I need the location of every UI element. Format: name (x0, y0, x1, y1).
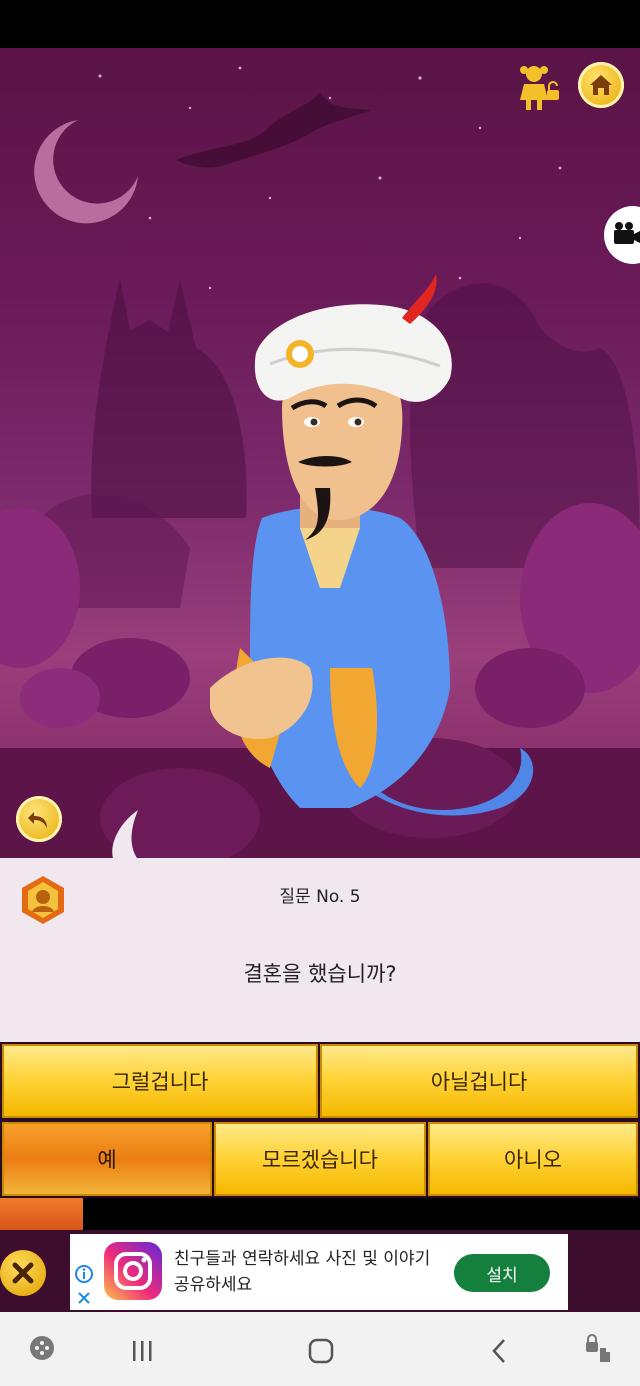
ad-info-icon[interactable] (74, 1264, 94, 1284)
home-nav-icon[interactable] (306, 1336, 336, 1366)
close-x-icon (12, 1262, 34, 1284)
home-button[interactable] (578, 62, 624, 108)
answer-probably-button[interactable]: 그럴겁니다 (2, 1044, 318, 1118)
touch-lock-icon[interactable] (580, 1332, 616, 1368)
undo-button[interactable] (16, 796, 62, 842)
answer-dont-know-button[interactable]: 모르겠습니다 (214, 1122, 426, 1196)
answer-no-button[interactable]: 아니오 (428, 1122, 638, 1196)
home-icon (590, 75, 612, 95)
ad-text: 친구들과 연락하세요 사진 및 이야기 공유하세요 (174, 1249, 431, 1295)
undo-arrow-icon (28, 812, 47, 828)
back-nav-icon[interactable] (486, 1336, 514, 1366)
girl-lock-icon[interactable] (514, 60, 562, 112)
progress-bar (0, 1198, 640, 1230)
game-tools-icon[interactable] (28, 1334, 56, 1362)
question-text: 결혼을 했습니까? (243, 962, 397, 986)
answer-probably-not-button[interactable]: 아닐겁니다 (320, 1044, 638, 1118)
ad-close-icon[interactable] (76, 1290, 92, 1306)
speech-bubble-tail (112, 810, 140, 862)
scene-illustration (0, 66, 640, 858)
video-camera-icon (614, 222, 640, 244)
instagram-icon[interactable] (104, 1242, 162, 1300)
question-number: 질문 No. 5 (279, 887, 361, 907)
video-camera-button[interactable] (604, 206, 640, 264)
recent-apps-icon[interactable] (128, 1338, 156, 1364)
game-scene (0, 48, 640, 858)
progress-bar-fill (0, 1198, 83, 1230)
answer-yes-button[interactable]: 예 (2, 1122, 212, 1196)
install-button[interactable]: 설치 (454, 1254, 550, 1292)
close-ad-button[interactable] (0, 1250, 46, 1296)
status-bar (0, 0, 640, 48)
